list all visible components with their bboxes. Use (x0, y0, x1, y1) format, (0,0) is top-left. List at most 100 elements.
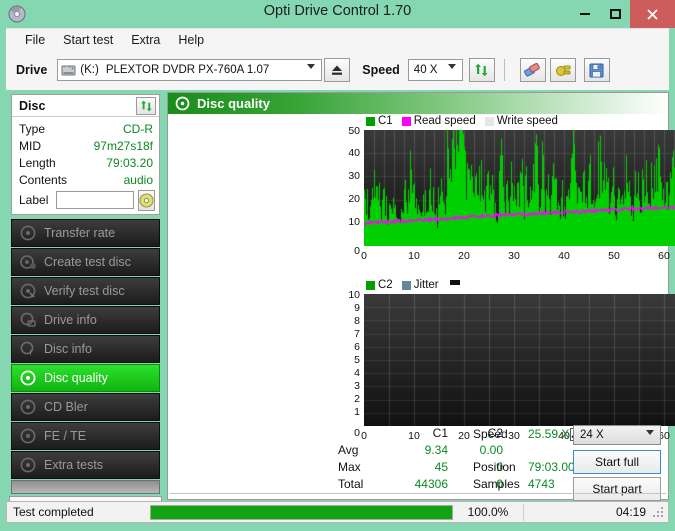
chart1-ytick-10: 10 (348, 216, 360, 228)
chevron-down-icon (447, 64, 456, 69)
menu-item-start-test[interactable]: Start test (54, 31, 122, 49)
sidebar-item-disc-info[interactable]: i Disc info (11, 335, 160, 363)
disc-refresh-button[interactable] (136, 96, 156, 115)
chevron-down-icon (646, 430, 654, 435)
chart1-ytick-20: 20 (348, 193, 360, 205)
menu-item-extra[interactable]: Extra (122, 31, 169, 49)
floppy-save-icon (589, 63, 604, 77)
drive-settings-button[interactable] (549, 58, 576, 82)
sidebar-item-label: Transfer rate (44, 226, 116, 240)
sidebar-item-disc-quality[interactable]: Disc quality (11, 364, 160, 392)
svg-text:i: i (30, 348, 32, 357)
sidebar-item-drive-info[interactable]: Drive info (11, 306, 160, 334)
maximize-button[interactable] (600, 0, 630, 28)
eject-button[interactable] (324, 58, 351, 82)
sidebar-item-create-test-disc[interactable]: Create test disc (11, 248, 160, 276)
legend-swatch-c1 (366, 116, 375, 126)
drive-name: PLEXTOR DVDR PX-760A 1.07 (105, 64, 270, 76)
chart1-xtick-20: 20 (458, 250, 470, 262)
legend-swatch-read-speed (401, 116, 411, 126)
stats-divider (170, 493, 666, 494)
disc-label-button[interactable] (138, 189, 156, 211)
erase-button[interactable] (519, 58, 546, 82)
menu-bar: File Start test Extra Help (6, 28, 669, 50)
drive-device-icon (61, 63, 76, 77)
disc-label-input[interactable] (56, 191, 135, 209)
chart1-canvas (364, 130, 675, 246)
disc-value-type: CD-R (123, 121, 153, 136)
progress-bar (150, 504, 453, 520)
toolbar-separator (503, 59, 505, 81)
plug-settings-icon (555, 65, 571, 76)
legend-label-jitter: Jitter (413, 279, 439, 291)
sidebar-item-verify-test-disc[interactable]: Verify test disc (11, 277, 160, 305)
eject-icon (332, 65, 343, 75)
disc-key-length: Length (19, 155, 56, 170)
stats-speed-value: 25.59 X (528, 427, 570, 441)
panel-header: Disc quality (168, 93, 668, 114)
legend-label-c1: C1 (378, 115, 393, 127)
disc-label-caption: Label (19, 193, 49, 207)
chart2-ytick-7: 7 (354, 328, 360, 340)
disc-write-icon (20, 254, 36, 270)
resize-grip[interactable] (653, 507, 665, 519)
start-part-button[interactable]: Start part (573, 477, 661, 501)
progress-fill (151, 505, 452, 519)
disc-info-panel: Disc Type CD-R MID 97m27s18f Length 79:0… (11, 94, 160, 215)
chart1-legend: C1 Read speed Write speed (366, 115, 567, 127)
minimize-button[interactable] (570, 0, 600, 28)
sidebar-item-transfer-rate[interactable]: Transfer rate (11, 219, 160, 247)
stats-position-value: 79:03.00 (528, 460, 575, 474)
chart2-ytick-2: 2 (354, 393, 360, 405)
save-button[interactable] (583, 58, 610, 82)
drive-letter: (K:) (80, 64, 99, 76)
statistics-area: C1 C2 Avg 9.34 0.00 Max 45 0 Total 44306… (168, 425, 668, 501)
test-speed-value: 24 X (580, 429, 604, 441)
close-button[interactable] (630, 0, 675, 28)
chart2-canvas (364, 294, 675, 426)
disc-icon (20, 225, 36, 241)
sidebar-item-label: Disc info (44, 342, 92, 356)
close-icon (647, 8, 658, 20)
drive-select[interactable]: (K:) PLEXTOR DVDR PX-760A 1.07 (57, 59, 323, 81)
stats-avg-c2: 0.00 (479, 443, 503, 457)
maximize-icon (609, 9, 621, 19)
app-window: Opti Drive Control 1.70 File Start test … (0, 0, 675, 531)
legend-swatch-jitter (401, 280, 411, 290)
stats-row-avg-label: Avg (338, 443, 359, 457)
stats-position-label: Position (473, 460, 516, 474)
disc-key-type: Type (19, 121, 46, 136)
drive-toolbar: Drive (K:) PLEXTOR DVDR PX-760A 1.07 Spe… (6, 50, 669, 90)
disc-icon (20, 399, 36, 415)
sidebar-item-label: Drive info (44, 313, 97, 327)
status-separator (523, 503, 524, 521)
stats-max-c1: 45 (434, 460, 448, 474)
menu-item-file[interactable]: File (16, 31, 54, 49)
refresh-button[interactable] (468, 58, 495, 82)
sidebar-item-extra-tests[interactable]: Extra tests (11, 451, 160, 479)
chart2-ytick-10: 10 (348, 289, 360, 301)
stats-header-c1: C1 (432, 426, 448, 440)
status-message: Test completed (13, 505, 94, 519)
sidebar-item-label: Extra tests (44, 458, 104, 472)
test-speed-select[interactable]: 24 X (573, 425, 661, 445)
chart1-ytick-30: 30 (348, 170, 360, 182)
menu-item-help[interactable]: Help (169, 31, 213, 49)
chart2-ytick-1: 1 (354, 406, 360, 418)
disc-key-contents: Contents (19, 172, 68, 187)
disc-quality-icon (20, 370, 36, 386)
chart-c2-jitter[interactable] (364, 294, 675, 426)
left-sidebar: Disc Type CD-R MID 97m27s18f Length 79:0… (6, 90, 165, 517)
legend-label-write-speed: Write speed (496, 115, 558, 127)
start-full-button[interactable]: Start full (573, 450, 661, 474)
disc-icon (20, 428, 36, 444)
chart2-ytick-3: 3 (354, 380, 360, 392)
chart1-xtick-40: 40 (558, 250, 570, 262)
chart-c1-readspeed[interactable] (364, 130, 675, 246)
chart1-xtick-60: 60 (658, 250, 670, 262)
disc-panel-header: Disc (12, 95, 159, 117)
refresh-icon (140, 100, 152, 111)
sidebar-item-fe-te[interactable]: FE / TE (11, 422, 160, 450)
speed-select[interactable]: 40 X (407, 59, 463, 81)
sidebar-item-cd-bler[interactable]: CD Bler (11, 393, 160, 421)
